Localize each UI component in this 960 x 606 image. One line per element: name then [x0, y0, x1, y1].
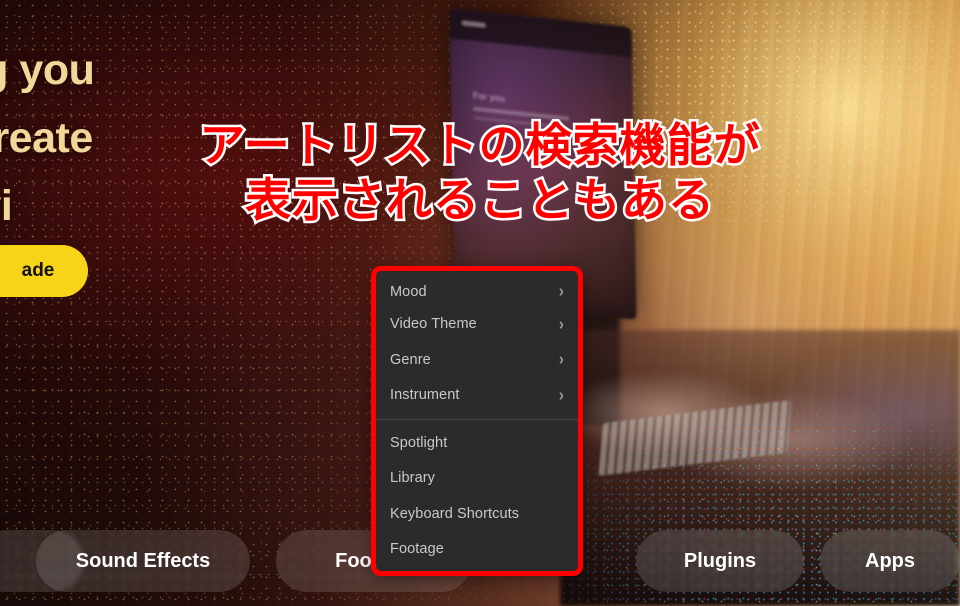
nav-pill-apps[interactable]: Apps — [820, 530, 960, 592]
highlight-box — [371, 266, 583, 576]
hero-cta-button[interactable]: ade — [0, 245, 88, 297]
nav-pill-plugins[interactable]: Plugins — [636, 530, 804, 592]
nav-pill-sound-effects[interactable]: Sound Effects — [36, 530, 250, 592]
hero-line-3: zing vi — [0, 182, 13, 230]
nav-pill-label: Sound Effects — [75, 549, 211, 572]
hero-line-2: to create — [0, 114, 93, 162]
nav-pill-label: Apps — [865, 549, 915, 572]
hero-line-1: ything you — [0, 46, 95, 94]
nav-pill-label: Plugins — [683, 549, 757, 572]
hero-text: ything you to create zing vi — [0, 36, 302, 240]
screenshot-root: For you ything you to create zing vi ade… — [0, 0, 960, 606]
